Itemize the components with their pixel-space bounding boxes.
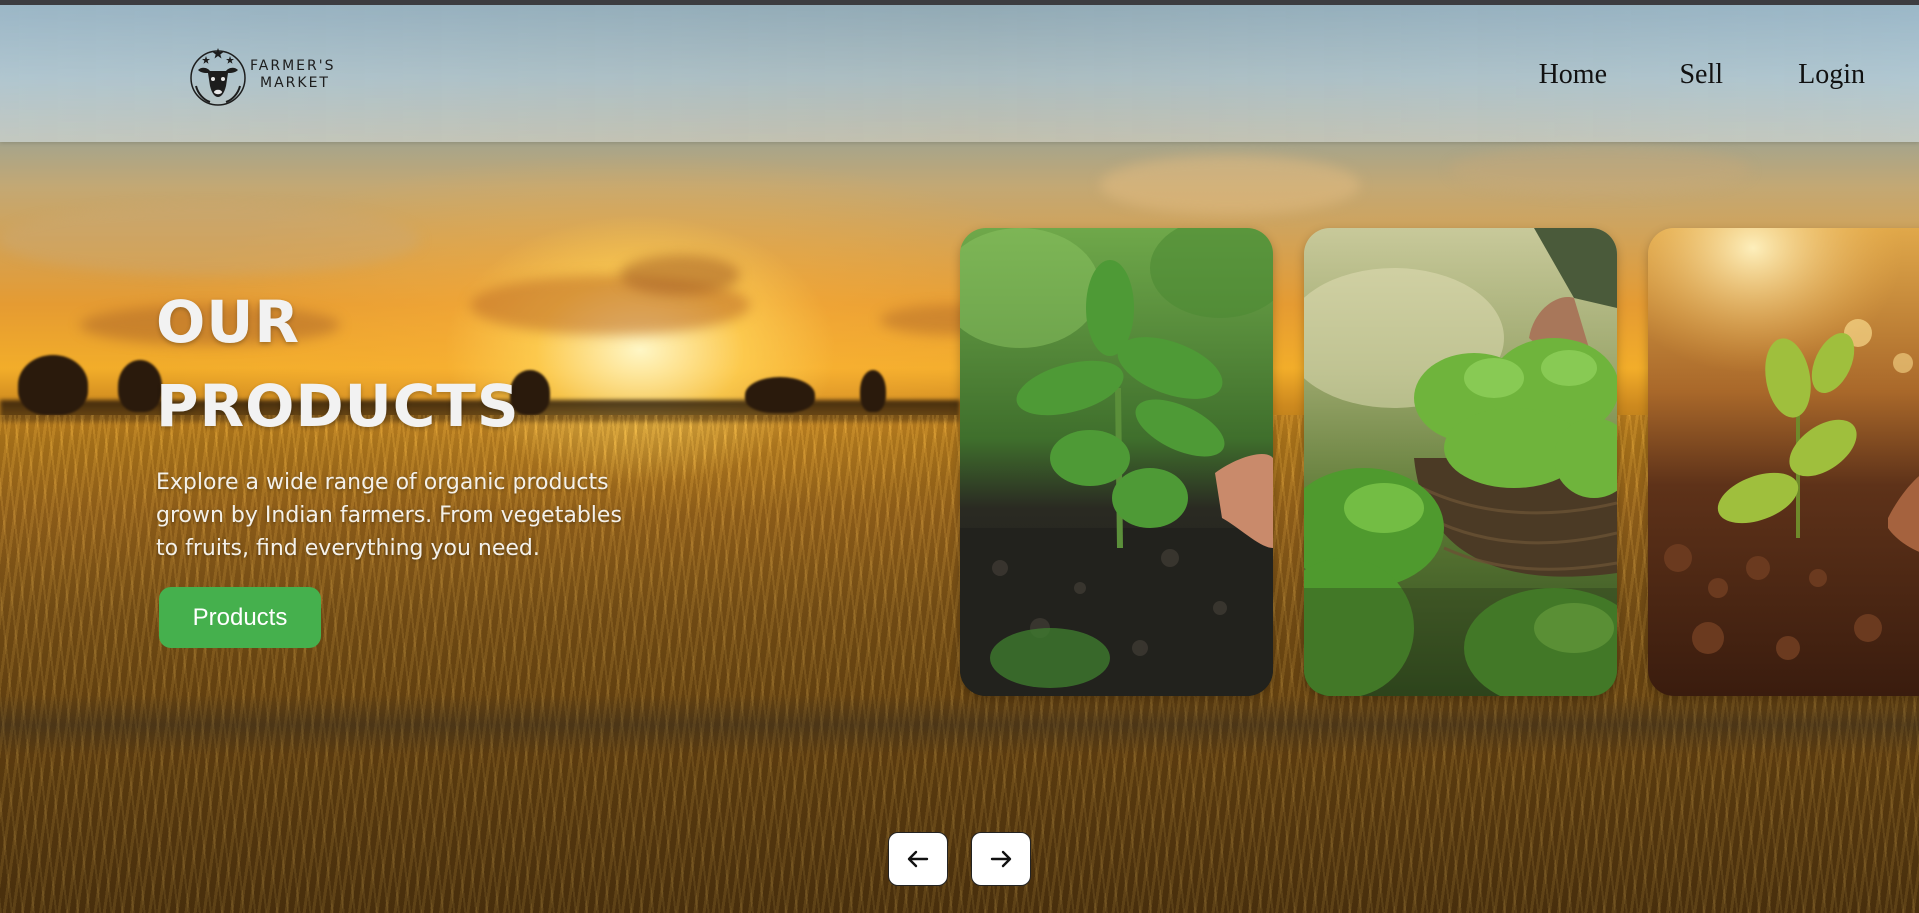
- window-top-border: [0, 0, 1919, 5]
- hero-section: OUR PRODUCTS Explore a wide range of org…: [156, 280, 676, 565]
- site-logo[interactable]: FARMER'S MARKET: [188, 40, 348, 110]
- product-card-2[interactable]: [1304, 228, 1617, 696]
- arrow-right-icon: [990, 850, 1012, 868]
- carousel-next-button[interactable]: [971, 832, 1031, 886]
- product-card-3[interactable]: [1648, 228, 1919, 696]
- farmers-market-logo-icon: [190, 48, 246, 106]
- nav-home-link[interactable]: Home: [1539, 59, 1607, 91]
- logo-line-2: MARKET: [260, 75, 330, 91]
- logo-line-1: FARMER'S: [250, 58, 336, 74]
- lettuce-basket-image: [1304, 228, 1617, 696]
- site-header: FARMER'S MARKET Home Sell Login: [0, 5, 1919, 142]
- hero-title: OUR PRODUCTS: [156, 288, 520, 440]
- sprout-image: [1648, 228, 1919, 696]
- seedling-image: [960, 228, 1273, 696]
- arrow-left-icon: [907, 850, 929, 868]
- logo-wordmark: FARMER'S MARKET: [250, 58, 335, 92]
- product-card-1[interactable]: [960, 228, 1273, 696]
- nav-sell-link[interactable]: Sell: [1679, 59, 1723, 91]
- hero-description: Explore a wide range of organic products…: [156, 470, 622, 561]
- products-button[interactable]: Products: [159, 587, 321, 648]
- carousel-prev-button[interactable]: [888, 832, 948, 886]
- nav-login-link[interactable]: Login: [1798, 59, 1865, 91]
